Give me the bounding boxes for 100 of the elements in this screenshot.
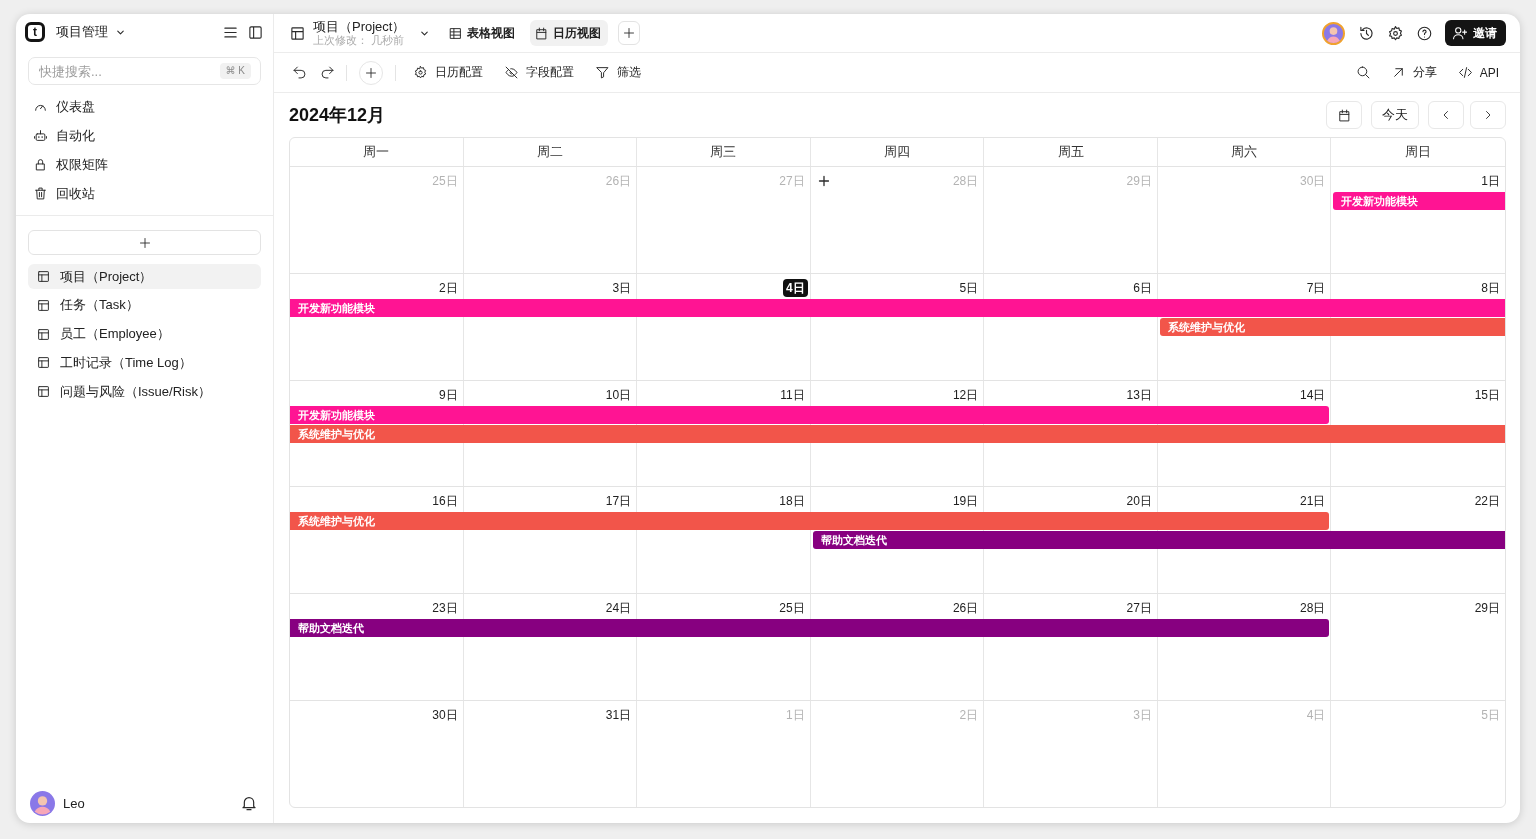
- event-bar[interactable]: 开发新功能模块: [290, 405, 1330, 424]
- day-number: 31日: [604, 707, 633, 725]
- shortcut-hint: ⌘ K: [219, 63, 251, 79]
- toolbar-button[interactable]: API: [1452, 59, 1505, 86]
- day-number: 2日: [958, 707, 980, 725]
- user-name: Leo: [63, 795, 85, 811]
- day-number: 6日: [1132, 279, 1153, 297]
- filter-icon: [596, 66, 609, 79]
- day-number: 18日: [778, 493, 806, 511]
- calendar-icon: [535, 26, 549, 40]
- day-number: 28日: [951, 173, 980, 190]
- toolbar-button[interactable]: 分享: [1385, 59, 1443, 86]
- view-tab[interactable]: 日历视图: [530, 20, 609, 46]
- undo-icon[interactable]: [293, 66, 306, 79]
- day-number: 30日: [431, 707, 459, 725]
- event-bar[interactable]: 开发新功能模块: [290, 298, 1505, 317]
- avatar-icon[interactable]: [30, 790, 55, 816]
- day-number: 14日: [1299, 386, 1327, 404]
- day-number: 23日: [431, 600, 459, 618]
- day-number: 3日: [1132, 707, 1153, 725]
- weekday-header: 周二: [463, 138, 638, 166]
- history-icon[interactable]: [1359, 25, 1374, 41]
- day-number: 12日: [951, 386, 980, 404]
- day-number: 5日: [1480, 707, 1501, 725]
- sidebar-toggle-icon[interactable]: [248, 24, 263, 40]
- day-number: 21日: [1299, 493, 1327, 511]
- table-list-item[interactable]: 工时记录（Time Log）: [28, 350, 261, 376]
- table-icon: [290, 25, 305, 41]
- code-icon: [1458, 66, 1472, 79]
- view-tab[interactable]: 表格视图: [444, 20, 523, 46]
- day-number: 27日: [778, 173, 806, 190]
- table-icon: [37, 356, 50, 370]
- day-number: 22日: [1473, 493, 1501, 511]
- sidebar-item[interactable]: 回收站: [16, 179, 273, 208]
- toolbar-button[interactable]: 筛选: [590, 59, 647, 86]
- help-icon[interactable]: [1417, 25, 1432, 41]
- event-bar[interactable]: 帮助文档迭代: [290, 619, 1330, 638]
- menu-icon[interactable]: [223, 24, 238, 40]
- app-logo: t: [25, 22, 45, 42]
- day-number: 5日: [958, 279, 980, 297]
- day-number: 2日: [437, 279, 459, 297]
- add-view-button[interactable]: [618, 21, 641, 45]
- event-bar[interactable]: 帮助文档迭代: [812, 531, 1505, 550]
- sidebar-item[interactable]: 自动化: [16, 121, 273, 150]
- plus-icon: [623, 27, 636, 39]
- weekday-header: 周四: [810, 138, 985, 166]
- bell-icon[interactable]: [241, 795, 257, 811]
- redo-icon[interactable]: [321, 66, 334, 79]
- day-number: 26日: [604, 173, 633, 190]
- table-list-item[interactable]: 员工（Employee）: [28, 321, 261, 347]
- day-number: 17日: [604, 493, 633, 511]
- toolbar-button[interactable]: 字段配置: [499, 59, 580, 86]
- sidebar-item[interactable]: 权限矩阵: [16, 150, 273, 179]
- day-number: 11日: [779, 386, 806, 404]
- plus-icon: [365, 66, 377, 79]
- day-number: 29日: [1125, 173, 1153, 190]
- table-icon: [37, 327, 50, 341]
- today-button[interactable]: 今天: [1371, 101, 1419, 129]
- weekday-header: 周三: [637, 138, 811, 166]
- plus-icon: [138, 236, 151, 249]
- day-number: 29日: [1473, 600, 1501, 618]
- weekday-header: 周五: [984, 138, 1158, 166]
- table-list-item[interactable]: 问题与风险（Issue/Risk）: [28, 379, 261, 404]
- day-number: 27日: [1125, 600, 1153, 618]
- day-number: 24日: [604, 600, 633, 618]
- day-number: 9日: [437, 386, 459, 404]
- search-icon[interactable]: [1356, 66, 1370, 79]
- settings-icon[interactable]: [1388, 25, 1403, 41]
- calendar-icon: [1337, 108, 1351, 122]
- day-number: 26日: [951, 600, 980, 618]
- day-number: 4日: [1305, 707, 1327, 725]
- gear-icon: [414, 66, 427, 79]
- weekday-header: 周一: [290, 138, 464, 166]
- table-list-item[interactable]: 任务（Task）: [28, 292, 261, 318]
- plus-icon: [817, 175, 830, 187]
- sidebar-item[interactable]: 仪表盘: [16, 92, 273, 121]
- last-modified-text: 上次修改： 几秒前: [313, 34, 405, 46]
- arrow-up-right-icon: [1391, 66, 1405, 79]
- day-number: 25日: [431, 173, 459, 190]
- user-plus-icon: [1453, 26, 1467, 40]
- day-number: 30日: [1299, 173, 1327, 190]
- workspace-switcher[interactable]: 项目管理: [56, 23, 126, 41]
- day-number: 7日: [1305, 279, 1327, 297]
- weekday-header: 周六: [1157, 138, 1332, 166]
- day-number: 20日: [1125, 493, 1153, 511]
- eye-off-icon: [505, 66, 518, 79]
- avatar-icon[interactable]: [1322, 21, 1345, 45]
- invite-button[interactable]: 邀请: [1445, 20, 1506, 46]
- event-bar[interactable]: 开发新功能模块: [1333, 192, 1505, 210]
- trash-icon: [34, 187, 47, 200]
- date-picker-button[interactable]: [1326, 101, 1362, 129]
- toolbar-button[interactable]: 日历配置: [408, 59, 489, 86]
- day-number: 1日: [1480, 173, 1501, 190]
- table-icon: [37, 270, 50, 283]
- table-list-item[interactable]: 项目（Project）: [28, 264, 261, 289]
- month-title: 2024年12月: [289, 104, 386, 127]
- day-number: 3日: [611, 279, 633, 297]
- day-number: 10日: [604, 386, 633, 404]
- robot-icon: [34, 129, 47, 142]
- table-title: 项目（Project）: [313, 20, 406, 34]
